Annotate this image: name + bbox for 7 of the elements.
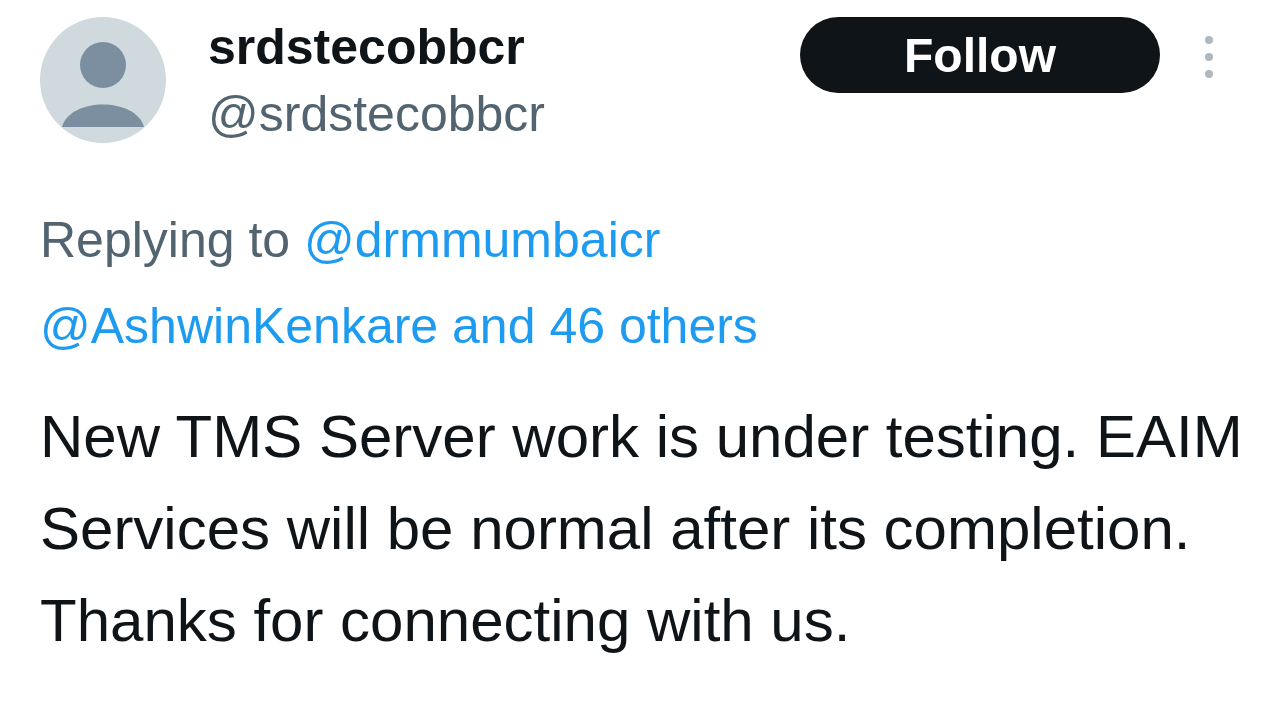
display-name[interactable]: srdstecobbcr bbox=[208, 17, 788, 77]
reply-context: Replying to @drmmumbaicr @AshwinKenkare and 46 others bbox=[40, 211, 759, 356]
tweet-text: New TMS Server work is under testing. EAIM Services will be normal after its completion. Thanks for connecting with us. bbox=[40, 402, 1244, 656]
user-handle[interactable]: @srdstecobbcr bbox=[208, 81, 788, 147]
follow-button[interactable]: Follow bbox=[800, 17, 1160, 93]
more-options-icon[interactable] bbox=[1204, 35, 1214, 79]
avatar-icon[interactable] bbox=[40, 17, 166, 143]
